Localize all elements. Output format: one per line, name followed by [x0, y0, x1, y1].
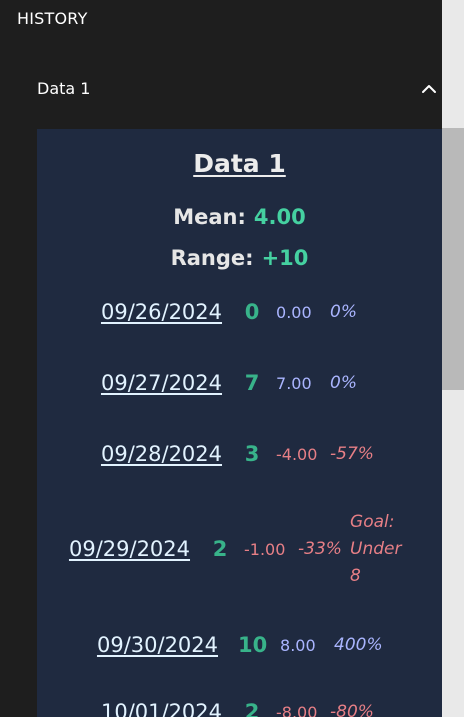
- mean-stat: Mean: 4.00: [37, 205, 442, 229]
- range-stat: Range: +10: [37, 246, 442, 270]
- entry-percent: -80%: [330, 702, 374, 717]
- entry-goal-note: Goal: Under 8: [350, 511, 402, 586]
- accordion-header-data-1[interactable]: Data 1: [37, 74, 442, 106]
- history-row: 09/26/2024 0 0.00 0%: [37, 297, 442, 327]
- chevron-up-icon[interactable]: [420, 80, 438, 98]
- entry-diff: -1.00: [244, 539, 286, 559]
- scrollbar-thumb[interactable]: [442, 128, 464, 390]
- entry-date-link[interactable]: 09/26/2024: [101, 300, 222, 324]
- entry-percent: -33%: [298, 539, 342, 559]
- panel-title: Data 1: [193, 149, 286, 178]
- range-label: Range:: [170, 246, 254, 270]
- entry-diff: 0.00: [276, 302, 312, 322]
- accordion-label: Data 1: [37, 79, 91, 98]
- entry-percent: 400%: [334, 635, 383, 655]
- mean-value: 4.00: [253, 205, 306, 229]
- data-panel: Data 1 Mean: 4.00 Range: +10 09/26/2024 0 …: [37, 129, 442, 717]
- history-section-title: HISTORY: [17, 9, 88, 28]
- history-row: 09/27/2024 7 7.00 0%: [37, 368, 442, 398]
- entry-date-link[interactable]: 10/01/2024: [101, 700, 222, 717]
- entry-date-link[interactable]: 09/29/2024: [69, 537, 190, 561]
- entry-diff: 8.00: [280, 635, 316, 655]
- entry-percent: 0%: [330, 302, 357, 322]
- entry-date-link[interactable]: 09/27/2024: [101, 371, 222, 395]
- entry-percent: -57%: [330, 444, 374, 464]
- mean-label: Mean:: [173, 205, 246, 229]
- history-row: 09/29/2024 2 -1.00 -33% Goal: Under 8: [37, 508, 442, 590]
- history-row: 09/30/2024 10 8.00 400%: [37, 630, 442, 660]
- entry-date-link[interactable]: 09/28/2024: [101, 442, 222, 466]
- entry-value: 0: [244, 300, 260, 324]
- entry-diff: -4.00: [276, 444, 318, 464]
- entry-percent: 0%: [330, 373, 357, 393]
- history-row: 09/28/2024 3 -4.00 -57%: [37, 439, 442, 469]
- range-value: +10: [261, 246, 309, 270]
- entry-value: 2: [212, 537, 228, 561]
- history-row: 10/01/2024 2 -8.00 -80%: [37, 697, 442, 717]
- entry-date-link[interactable]: 09/30/2024: [97, 633, 218, 657]
- entry-diff: 7.00: [276, 373, 312, 393]
- entry-value: 7: [244, 371, 260, 395]
- entry-value: 2: [244, 700, 260, 717]
- entry-diff: -8.00: [276, 702, 318, 717]
- entry-value: 3: [244, 442, 260, 466]
- entry-value: 10: [238, 633, 268, 657]
